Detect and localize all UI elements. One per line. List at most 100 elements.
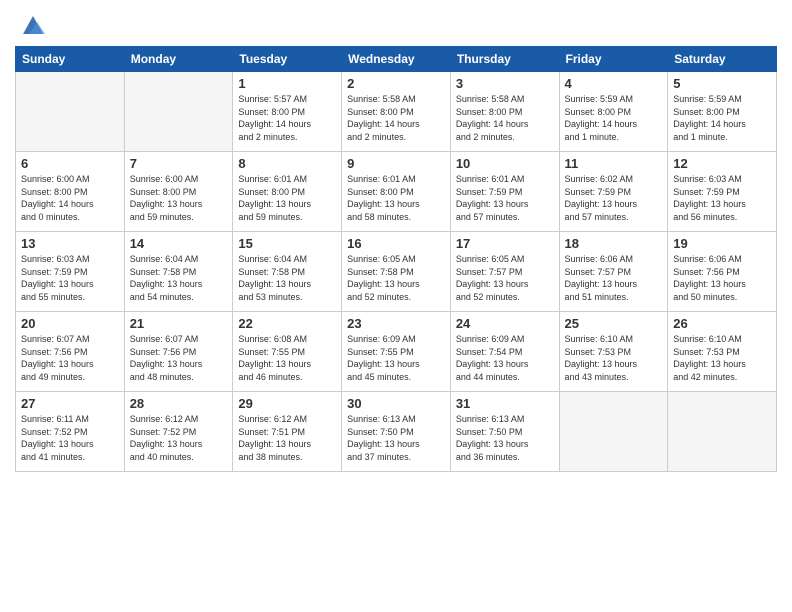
calendar-cell: 22 Sunrise: 6:08 AM Sunset: 7:55 PM Dayli… bbox=[233, 312, 342, 392]
day-info: Sunrise: 6:07 AM Sunset: 7:56 PM Dayligh… bbox=[21, 333, 119, 383]
page: SundayMondayTuesdayWednesdayThursdayFrid… bbox=[0, 0, 792, 612]
weekday-header-thursday: Thursday bbox=[450, 47, 559, 72]
weekday-header-monday: Monday bbox=[124, 47, 233, 72]
day-info: Sunrise: 5:59 AM Sunset: 8:00 PM Dayligh… bbox=[565, 93, 663, 143]
day-number: 30 bbox=[347, 396, 445, 411]
calendar-cell: 1 Sunrise: 5:57 AM Sunset: 8:00 PM Daylig… bbox=[233, 72, 342, 152]
calendar-cell: 31Sunrise: 6:13 AM Sunset: 7:50 PM Dayli… bbox=[450, 392, 559, 472]
calendar-cell: 16Sunrise: 6:05 AM Sunset: 7:58 PM Dayli… bbox=[342, 232, 451, 312]
day-number: 28 bbox=[130, 396, 228, 411]
day-number: 9 bbox=[347, 156, 445, 171]
day-number: 27 bbox=[21, 396, 119, 411]
week-row-1: 1 Sunrise: 5:57 AM Sunset: 8:00 PM Daylig… bbox=[16, 72, 777, 152]
day-number: 17 bbox=[456, 236, 554, 251]
calendar-cell bbox=[668, 392, 777, 472]
weekday-header-saturday: Saturday bbox=[668, 47, 777, 72]
calendar-cell: 23 Sunrise: 6:09 AM Sunset: 7:55 PM Dayli… bbox=[342, 312, 451, 392]
weekday-header-friday: Friday bbox=[559, 47, 668, 72]
day-number: 24 bbox=[456, 316, 554, 331]
day-info: Sunrise: 6:01 AM Sunset: 7:59 PM Dayligh… bbox=[456, 173, 554, 223]
day-number: 1 bbox=[238, 76, 336, 91]
day-info: Sunrise: 6:10 AM Sunset: 7:53 PM Dayligh… bbox=[565, 333, 663, 383]
calendar-cell: 9 Sunrise: 6:01 AM Sunset: 8:00 PM Daylig… bbox=[342, 152, 451, 232]
calendar-cell: 26Sunrise: 6:10 AM Sunset: 7:53 PM Dayli… bbox=[668, 312, 777, 392]
day-number: 8 bbox=[238, 156, 336, 171]
calendar-cell: 27 Sunrise: 6:11 AM Sunset: 7:52 PM Dayli… bbox=[16, 392, 125, 472]
week-row-4: 20 Sunrise: 6:07 AM Sunset: 7:56 PM Dayli… bbox=[16, 312, 777, 392]
calendar-cell: 4 Sunrise: 5:59 AM Sunset: 8:00 PM Daylig… bbox=[559, 72, 668, 152]
day-number: 15 bbox=[238, 236, 336, 251]
week-row-3: 13Sunrise: 6:03 AM Sunset: 7:59 PM Dayli… bbox=[16, 232, 777, 312]
weekday-header-sunday: Sunday bbox=[16, 47, 125, 72]
calendar-cell: 24 Sunrise: 6:09 AM Sunset: 7:54 PM Dayli… bbox=[450, 312, 559, 392]
calendar-cell: 29 Sunrise: 6:12 AM Sunset: 7:51 PM Dayli… bbox=[233, 392, 342, 472]
week-row-2: 6 Sunrise: 6:00 AM Sunset: 8:00 PM Daylig… bbox=[16, 152, 777, 232]
day-info: Sunrise: 6:09 AM Sunset: 7:54 PM Dayligh… bbox=[456, 333, 554, 383]
day-info: Sunrise: 6:02 AM Sunset: 7:59 PM Dayligh… bbox=[565, 173, 663, 223]
day-number: 3 bbox=[456, 76, 554, 91]
weekday-header-row: SundayMondayTuesdayWednesdayThursdayFrid… bbox=[16, 47, 777, 72]
calendar-cell bbox=[559, 392, 668, 472]
day-number: 11 bbox=[565, 156, 663, 171]
day-info: Sunrise: 6:00 AM Sunset: 8:00 PM Dayligh… bbox=[130, 173, 228, 223]
calendar-cell: 17 Sunrise: 6:05 AM Sunset: 7:57 PM Dayli… bbox=[450, 232, 559, 312]
day-number: 22 bbox=[238, 316, 336, 331]
calendar-cell: 12Sunrise: 6:03 AM Sunset: 7:59 PM Dayli… bbox=[668, 152, 777, 232]
calendar-cell: 5Sunrise: 5:59 AM Sunset: 8:00 PM Daylig… bbox=[668, 72, 777, 152]
day-number: 19 bbox=[673, 236, 771, 251]
calendar-cell bbox=[124, 72, 233, 152]
day-info: Sunrise: 6:01 AM Sunset: 8:00 PM Dayligh… bbox=[347, 173, 445, 223]
day-number: 21 bbox=[130, 316, 228, 331]
calendar-cell: 30 Sunrise: 6:13 AM Sunset: 7:50 PM Dayli… bbox=[342, 392, 451, 472]
day-info: Sunrise: 6:06 AM Sunset: 7:57 PM Dayligh… bbox=[565, 253, 663, 303]
day-info: Sunrise: 6:11 AM Sunset: 7:52 PM Dayligh… bbox=[21, 413, 119, 463]
day-info: Sunrise: 6:04 AM Sunset: 7:58 PM Dayligh… bbox=[130, 253, 228, 303]
calendar-cell: 3 Sunrise: 5:58 AM Sunset: 8:00 PM Daylig… bbox=[450, 72, 559, 152]
day-info: Sunrise: 5:59 AM Sunset: 8:00 PM Dayligh… bbox=[673, 93, 771, 143]
calendar-cell bbox=[16, 72, 125, 152]
calendar-cell: 28 Sunrise: 6:12 AM Sunset: 7:52 PM Dayli… bbox=[124, 392, 233, 472]
day-number: 18 bbox=[565, 236, 663, 251]
logo bbox=[15, 10, 47, 38]
day-number: 2 bbox=[347, 76, 445, 91]
day-info: Sunrise: 6:06 AM Sunset: 7:56 PM Dayligh… bbox=[673, 253, 771, 303]
day-number: 6 bbox=[21, 156, 119, 171]
calendar-cell: 7Sunrise: 6:00 AM Sunset: 8:00 PM Daylig… bbox=[124, 152, 233, 232]
day-info: Sunrise: 6:09 AM Sunset: 7:55 PM Dayligh… bbox=[347, 333, 445, 383]
calendar-cell: 25 Sunrise: 6:10 AM Sunset: 7:53 PM Dayli… bbox=[559, 312, 668, 392]
day-info: Sunrise: 6:01 AM Sunset: 8:00 PM Dayligh… bbox=[238, 173, 336, 223]
day-number: 29 bbox=[238, 396, 336, 411]
day-number: 16 bbox=[347, 236, 445, 251]
calendar-cell: 15 Sunrise: 6:04 AM Sunset: 7:58 PM Dayli… bbox=[233, 232, 342, 312]
day-info: Sunrise: 6:07 AM Sunset: 7:56 PM Dayligh… bbox=[130, 333, 228, 383]
day-info: Sunrise: 6:12 AM Sunset: 7:52 PM Dayligh… bbox=[130, 413, 228, 463]
calendar-cell: 10Sunrise: 6:01 AM Sunset: 7:59 PM Dayli… bbox=[450, 152, 559, 232]
calendar-cell: 19 Sunrise: 6:06 AM Sunset: 7:56 PM Dayli… bbox=[668, 232, 777, 312]
day-info: Sunrise: 6:12 AM Sunset: 7:51 PM Dayligh… bbox=[238, 413, 336, 463]
day-number: 13 bbox=[21, 236, 119, 251]
day-number: 4 bbox=[565, 76, 663, 91]
logo-icon bbox=[19, 10, 47, 38]
day-info: Sunrise: 6:08 AM Sunset: 7:55 PM Dayligh… bbox=[238, 333, 336, 383]
day-number: 26 bbox=[673, 316, 771, 331]
day-info: Sunrise: 6:00 AM Sunset: 8:00 PM Dayligh… bbox=[21, 173, 119, 223]
day-info: Sunrise: 5:58 AM Sunset: 8:00 PM Dayligh… bbox=[456, 93, 554, 143]
day-number: 25 bbox=[565, 316, 663, 331]
calendar-cell: 14Sunrise: 6:04 AM Sunset: 7:58 PM Dayli… bbox=[124, 232, 233, 312]
header bbox=[15, 10, 777, 38]
weekday-header-wednesday: Wednesday bbox=[342, 47, 451, 72]
calendar-cell: 11 Sunrise: 6:02 AM Sunset: 7:59 PM Dayli… bbox=[559, 152, 668, 232]
day-number: 20 bbox=[21, 316, 119, 331]
day-info: Sunrise: 5:57 AM Sunset: 8:00 PM Dayligh… bbox=[238, 93, 336, 143]
day-info: Sunrise: 6:13 AM Sunset: 7:50 PM Dayligh… bbox=[456, 413, 554, 463]
day-info: Sunrise: 6:03 AM Sunset: 7:59 PM Dayligh… bbox=[673, 173, 771, 223]
day-number: 23 bbox=[347, 316, 445, 331]
calendar-cell: 20 Sunrise: 6:07 AM Sunset: 7:56 PM Dayli… bbox=[16, 312, 125, 392]
week-row-5: 27 Sunrise: 6:11 AM Sunset: 7:52 PM Dayli… bbox=[16, 392, 777, 472]
calendar-cell: 6 Sunrise: 6:00 AM Sunset: 8:00 PM Daylig… bbox=[16, 152, 125, 232]
day-info: Sunrise: 6:13 AM Sunset: 7:50 PM Dayligh… bbox=[347, 413, 445, 463]
day-info: Sunrise: 6:04 AM Sunset: 7:58 PM Dayligh… bbox=[238, 253, 336, 303]
calendar-cell: 13Sunrise: 6:03 AM Sunset: 7:59 PM Dayli… bbox=[16, 232, 125, 312]
calendar-cell: 18 Sunrise: 6:06 AM Sunset: 7:57 PM Dayli… bbox=[559, 232, 668, 312]
day-info: Sunrise: 6:05 AM Sunset: 7:57 PM Dayligh… bbox=[456, 253, 554, 303]
